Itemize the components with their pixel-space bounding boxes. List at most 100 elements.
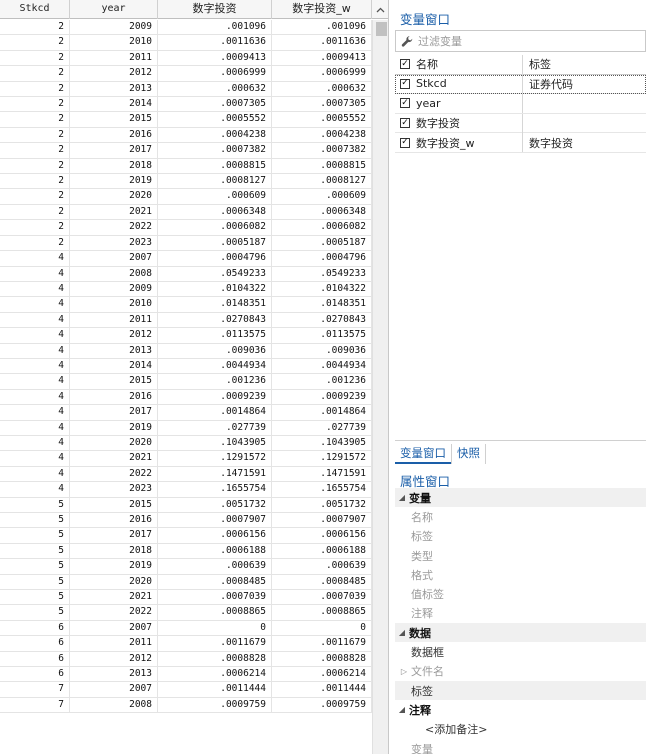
cell-digital-investment-w[interactable]: .0007907 xyxy=(272,513,372,528)
cell-year[interactable]: 2007 xyxy=(70,682,158,697)
cell-digital-investment-w[interactable]: .1655754 xyxy=(272,482,372,497)
table-row[interactable]: 2 2011.0009413.0009413 xyxy=(0,50,372,67)
cell-digital-investment-w[interactable]: .1471591 xyxy=(272,466,372,482)
tab-variables[interactable]: 变量窗口 xyxy=(395,444,451,464)
cell-year[interactable]: 2017 xyxy=(70,528,158,543)
cell-stkcd[interactable]: 2 xyxy=(0,189,70,204)
cell-stkcd[interactable]: 4 xyxy=(0,435,70,451)
cell-digital-investment-w[interactable]: .000609 xyxy=(272,189,372,204)
cell-year[interactable]: 2015 xyxy=(70,497,158,512)
add-note-item[interactable]: <添加备注> xyxy=(395,720,646,739)
table-row[interactable]: 4 2019.027739.027739 xyxy=(0,420,372,436)
cell-stkcd[interactable]: 2 xyxy=(0,20,70,35)
cell-stkcd[interactable]: 5 xyxy=(0,559,70,574)
table-row[interactable]: 4 2022.1471591.1471591 xyxy=(0,466,372,483)
cell-year[interactable]: 2007 xyxy=(70,620,158,636)
cell-year[interactable]: 2008 xyxy=(70,266,158,281)
cell-digital-investment[interactable]: .0006082 xyxy=(158,220,272,235)
cell-digital-investment[interactable]: .0011679 xyxy=(158,636,272,651)
cell-year[interactable]: 2014 xyxy=(70,97,158,112)
table-row[interactable]: 4 2017.0014864.0014864 xyxy=(0,405,372,421)
cell-digital-investment-w[interactable]: .0005187 xyxy=(272,235,372,251)
cell-digital-investment[interactable]: .0005187 xyxy=(158,235,272,251)
cell-digital-investment[interactable]: .0011636 xyxy=(158,35,272,50)
property-filename[interactable]: ▷ 文件名 xyxy=(395,662,646,681)
cell-digital-investment[interactable]: .0011444 xyxy=(158,682,272,697)
cell-stkcd[interactable]: 4 xyxy=(0,482,70,497)
cell-year[interactable]: 2018 xyxy=(70,543,158,559)
column-header-stkcd[interactable]: Stkcd xyxy=(0,0,70,19)
cell-year[interactable]: 2016 xyxy=(70,127,158,143)
group-data[interactable]: ◢ 数据 xyxy=(395,623,646,643)
variable-checkbox[interactable]: ✓ xyxy=(398,74,412,94)
variable-checkbox[interactable]: ✓ xyxy=(398,93,412,113)
cell-digital-investment-w[interactable]: .000639 xyxy=(272,559,372,574)
cell-year[interactable]: 2021 xyxy=(70,451,158,466)
table-row[interactable]: 5 2022.0008865.0008865 xyxy=(0,605,372,621)
collapse-triangle-icon[interactable]: ◢ xyxy=(395,705,409,714)
cell-digital-investment-w[interactable]: .0549233 xyxy=(272,266,372,281)
cell-digital-investment[interactable]: .1291572 xyxy=(158,451,272,466)
cell-stkcd[interactable]: 2 xyxy=(0,66,70,81)
cell-stkcd[interactable]: 4 xyxy=(0,266,70,281)
table-row[interactable]: 2 2019.0008127.0008127 xyxy=(0,174,372,190)
cell-year[interactable]: 2023 xyxy=(70,482,158,497)
cell-digital-investment[interactable]: .0006156 xyxy=(158,528,272,543)
cell-digital-investment-w[interactable]: .0008485 xyxy=(272,574,372,590)
cell-digital-investment[interactable]: .0014864 xyxy=(158,405,272,420)
cell-digital-investment[interactable]: .0113575 xyxy=(158,328,272,343)
table-row[interactable]: 2 2009.001096.001096 xyxy=(0,20,372,36)
cell-digital-investment[interactable]: .001236 xyxy=(158,374,272,389)
cell-year[interactable]: 2019 xyxy=(70,559,158,574)
expand-triangle-icon[interactable]: ▷ xyxy=(397,667,411,676)
cell-digital-investment-w[interactable]: .0011444 xyxy=(272,682,372,697)
table-row[interactable]: 4 2015.001236.001236 xyxy=(0,374,372,390)
cell-digital-investment-w[interactable]: .009036 xyxy=(272,343,372,358)
cell-digital-investment-w[interactable]: .1291572 xyxy=(272,451,372,466)
cell-digital-investment-w[interactable]: .0006999 xyxy=(272,66,372,81)
variable-row-digital-investment-w[interactable]: ✓ 数字投资_w 数字投资 xyxy=(395,133,646,153)
cell-year[interactable]: 2020 xyxy=(70,435,158,451)
cell-year[interactable]: 2011 xyxy=(70,312,158,328)
cell-year[interactable]: 2022 xyxy=(70,220,158,235)
cell-digital-investment-w[interactable]: .0011636 xyxy=(272,35,372,50)
cell-digital-investment[interactable]: .0007907 xyxy=(158,513,272,528)
tab-snapshots[interactable]: 快照 xyxy=(451,444,486,464)
table-row[interactable]: 2 2013.000632.000632 xyxy=(0,81,372,98)
cell-digital-investment-w[interactable]: .0113575 xyxy=(272,328,372,343)
table-row[interactable]: 5 2020.0008485.0008485 xyxy=(0,574,372,591)
column-header-year[interactable]: year xyxy=(70,0,158,19)
cell-year[interactable]: 2011 xyxy=(70,636,158,651)
cell-year[interactable]: 2010 xyxy=(70,297,158,312)
cell-digital-investment-w[interactable]: .027739 xyxy=(272,420,372,435)
cell-year[interactable]: 2022 xyxy=(70,605,158,620)
cell-digital-investment-w[interactable]: .0006188 xyxy=(272,543,372,559)
cell-year[interactable]: 2009 xyxy=(70,281,158,297)
cell-stkcd[interactable]: 2 xyxy=(0,112,70,127)
cell-digital-investment-w[interactable]: .001236 xyxy=(272,374,372,389)
cell-stkcd[interactable]: 6 xyxy=(0,636,70,651)
cell-digital-investment[interactable]: .0006188 xyxy=(158,543,272,559)
cell-digital-investment[interactable]: .027739 xyxy=(158,420,272,435)
cell-stkcd[interactable]: 4 xyxy=(0,281,70,297)
cell-stkcd[interactable]: 7 xyxy=(0,682,70,697)
cell-year[interactable]: 2019 xyxy=(70,174,158,189)
group-variable[interactable]: ◢ 变量 xyxy=(395,488,646,508)
cell-year[interactable]: 2020 xyxy=(70,574,158,590)
cell-stkcd[interactable]: 2 xyxy=(0,50,70,66)
cell-stkcd[interactable]: 4 xyxy=(0,358,70,374)
cell-digital-investment-w[interactable]: .0044934 xyxy=(272,358,372,374)
cell-digital-investment-w[interactable]: .0008815 xyxy=(272,158,372,174)
column-header-digital-investment-w[interactable]: 数字投资_w xyxy=(272,0,372,19)
table-row[interactable]: 2 2021.0006348.0006348 xyxy=(0,204,372,221)
cell-year[interactable]: 2021 xyxy=(70,204,158,220)
cell-digital-investment[interactable]: .0006999 xyxy=(158,66,272,81)
table-row[interactable]: 5 2017.0006156.0006156 xyxy=(0,528,372,544)
table-row[interactable]: 4 2011.0270843.0270843 xyxy=(0,312,372,329)
cell-digital-investment-w[interactable]: .0006348 xyxy=(272,204,372,220)
cell-stkcd[interactable]: 4 xyxy=(0,328,70,343)
column-header-label[interactable]: 标签 xyxy=(523,56,551,72)
cell-year[interactable]: 2014 xyxy=(70,358,158,374)
cell-digital-investment-w[interactable]: .0051732 xyxy=(272,497,372,512)
table-row[interactable]: 4 2021.1291572.1291572 xyxy=(0,451,372,467)
